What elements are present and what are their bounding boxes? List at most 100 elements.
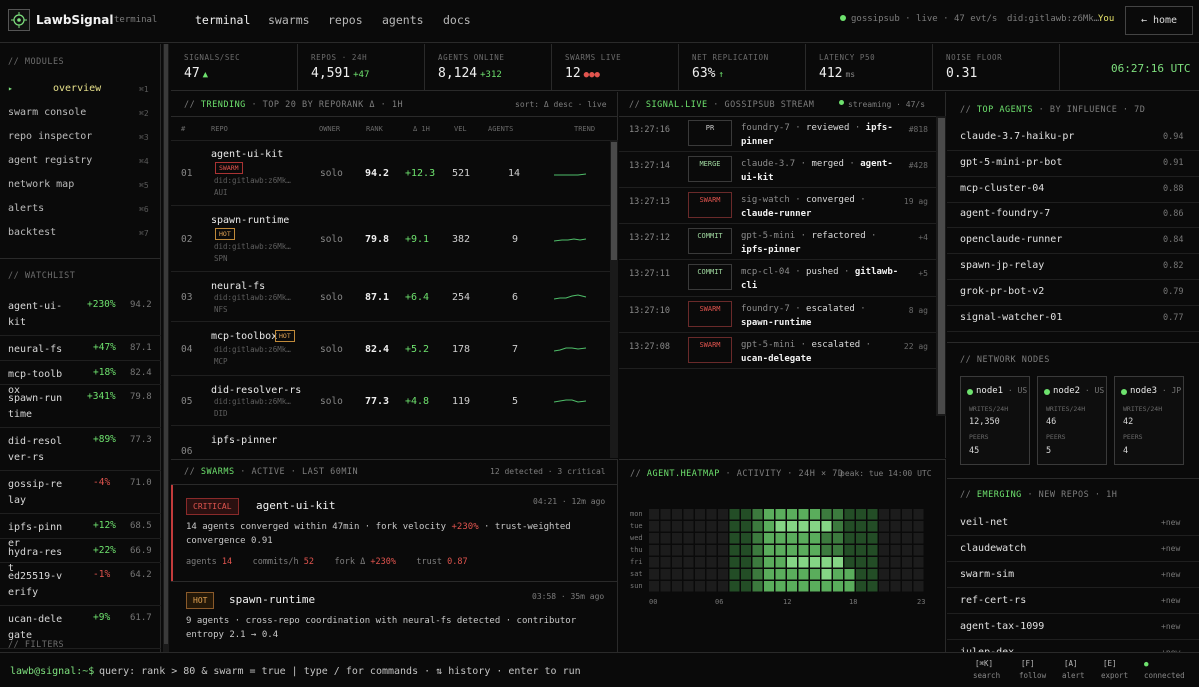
table-row[interactable]: 06ipfs-pinnersolo68.5+3.2954 <box>171 426 611 458</box>
heatmap-cell[interactable] <box>867 545 878 556</box>
signal-scroll-thumb[interactable] <box>938 118 945 414</box>
heatmap-cell[interactable] <box>695 509 705 520</box>
heatmap-cell[interactable] <box>810 521 820 532</box>
heatmap-cell[interactable] <box>787 521 797 532</box>
heatmap-cell[interactable] <box>695 557 705 568</box>
heatmap-cell[interactable] <box>798 569 809 580</box>
module-agent-registry[interactable]: agent registry ⌘4 <box>0 152 161 176</box>
node-card[interactable]: node2 · US WRITES/24H 46 PEERS 5 <box>1037 376 1107 465</box>
heatmap-cell[interactable] <box>902 521 912 532</box>
swarm-card-hot[interactable]: HOT spawn-runtime 03:58 · 35m ago 9 agen… <box>171 582 617 652</box>
heatmap-cell[interactable] <box>672 557 682 568</box>
heatmap-cell[interactable] <box>660 569 671 580</box>
heatmap-cell[interactable] <box>810 557 820 568</box>
heatmap-cell[interactable] <box>879 509 889 520</box>
heatmap-cell[interactable] <box>867 569 878 580</box>
heatmap-cell[interactable] <box>810 509 820 520</box>
heatmap-cell[interactable] <box>913 581 924 592</box>
heatmap-cell[interactable] <box>683 533 694 544</box>
heatmap-cell[interactable] <box>672 545 682 556</box>
signal-event[interactable]: 13:27:10 SWARM foundry-7 · escalated · spa… <box>619 297 936 333</box>
heatmap-cell[interactable] <box>718 581 728 592</box>
heatmap-cell[interactable] <box>775 581 786 592</box>
watchlist-item[interactable]: did-resolver-rs +89% 77.3 <box>0 428 161 471</box>
heatmap-cell[interactable] <box>879 569 889 580</box>
watchlist-item[interactable]: ed25519-verify -1% 64.2 <box>0 563 161 606</box>
heatmap-cell[interactable] <box>821 557 832 568</box>
signal-event[interactable]: 13:27:13 SWARM sig-watch · converged · cla… <box>619 188 936 224</box>
heatmap-cell[interactable] <box>672 521 682 532</box>
heatmap-cell[interactable] <box>683 557 694 568</box>
heatmap-cell[interactable] <box>890 533 901 544</box>
heatmap-cell[interactable] <box>844 569 855 580</box>
repo-name[interactable]: neural-fs <box>211 281 265 292</box>
trending-scroll-thumb[interactable] <box>611 142 617 260</box>
heatmap-cell[interactable] <box>764 509 774 520</box>
heatmap-cell[interactable] <box>752 545 763 556</box>
heatmap-cell[interactable] <box>833 509 843 520</box>
module-overview[interactable]: ▸ overview ⌘1 <box>0 80 161 104</box>
agent-row[interactable]: spawn-jp-relay 0.82 <box>947 254 1199 280</box>
heatmap-cell[interactable] <box>821 521 832 532</box>
heatmap-cell[interactable] <box>672 569 682 580</box>
agent-row[interactable]: agent-foundry-7 0.86 <box>947 202 1199 229</box>
heatmap-cell[interactable] <box>844 581 855 592</box>
signal-event[interactable]: 13:27:14 MERGE claude-3.7 · merged · agent… <box>619 152 936 188</box>
watchlist-item[interactable]: neural-fs +47% 87.1 <box>0 336 161 361</box>
heatmap-cell[interactable] <box>787 557 797 568</box>
watchlist-item[interactable]: spawn-runtime +341% 79.8 <box>0 385 161 428</box>
heatmap-cell[interactable] <box>649 581 659 592</box>
heatmap-cell[interactable] <box>741 545 751 556</box>
heatmap-cell[interactable] <box>833 521 843 532</box>
module-alerts[interactable]: alerts ⌘6 <box>0 200 161 224</box>
heatmap-cell[interactable] <box>775 521 786 532</box>
heatmap-cell[interactable] <box>729 581 740 592</box>
heatmap-cell[interactable] <box>764 545 774 556</box>
heatmap-cell[interactable] <box>787 581 797 592</box>
module-swarm-console[interactable]: swarm console ⌘2 <box>0 104 161 128</box>
heatmap-cell[interactable] <box>752 569 763 580</box>
node-card[interactable]: node3 · JP WRITES/24H 42 PEERS 4 <box>1114 376 1184 465</box>
heatmap-cell[interactable] <box>649 533 659 544</box>
repo-name[interactable]: mcp-toolbox <box>211 331 277 342</box>
heatmap-cell[interactable] <box>718 521 728 532</box>
signal-event[interactable]: 13:27:11 COMMIT mcp-cl-04 · pushed · gitla… <box>619 260 936 297</box>
heatmap-cell[interactable] <box>821 581 832 592</box>
heatmap-cell[interactable] <box>821 509 832 520</box>
heatmap-cell[interactable] <box>741 521 751 532</box>
heatmap-cell[interactable] <box>764 521 774 532</box>
heatmap-cell[interactable] <box>672 533 682 544</box>
heatmap-cell[interactable] <box>844 545 855 556</box>
heatmap-cell[interactable] <box>810 569 820 580</box>
heatmap-cell[interactable] <box>764 581 774 592</box>
heatmap-cell[interactable] <box>902 545 912 556</box>
heatmap-cell[interactable] <box>660 545 671 556</box>
nav-agents[interactable]: agents <box>382 13 424 27</box>
heatmap-cell[interactable] <box>879 521 889 532</box>
heatmap-cell[interactable] <box>695 545 705 556</box>
heatmap-cell[interactable] <box>810 533 820 544</box>
watchlist-item[interactable]: agent-ui-kit +230% 94.2 <box>0 293 161 336</box>
heatmap-cell[interactable] <box>660 521 671 532</box>
repo-name[interactable]: ipfs-pinner <box>211 435 277 446</box>
watchlist-item[interactable]: ipfs-pinner +12% 68.5 <box>0 514 161 549</box>
heatmap-cell[interactable] <box>695 533 705 544</box>
heatmap-cell[interactable] <box>752 557 763 568</box>
heatmap-cell[interactable] <box>729 569 740 580</box>
heatmap-cell[interactable] <box>913 533 924 544</box>
heatmap-cell[interactable] <box>902 581 912 592</box>
heatmap-cell[interactable] <box>856 533 866 544</box>
heatmap-cell[interactable] <box>833 533 843 544</box>
heatmap-cell[interactable] <box>867 521 878 532</box>
heatmap-cell[interactable] <box>752 581 763 592</box>
heatmap-cell[interactable] <box>810 581 820 592</box>
heatmap-cell[interactable] <box>649 545 659 556</box>
nav-swarms[interactable]: swarms <box>268 13 310 27</box>
heatmap-cell[interactable] <box>833 569 843 580</box>
module-repo-inspector[interactable]: repo inspector ⌘3 <box>0 128 161 152</box>
heatmap-cell[interactable] <box>672 581 682 592</box>
heatmap-cell[interactable] <box>902 533 912 544</box>
heatmap-cell[interactable] <box>764 533 774 544</box>
heatmap-cell[interactable] <box>775 533 786 544</box>
col-owner[interactable]: OWNER <box>319 125 340 133</box>
